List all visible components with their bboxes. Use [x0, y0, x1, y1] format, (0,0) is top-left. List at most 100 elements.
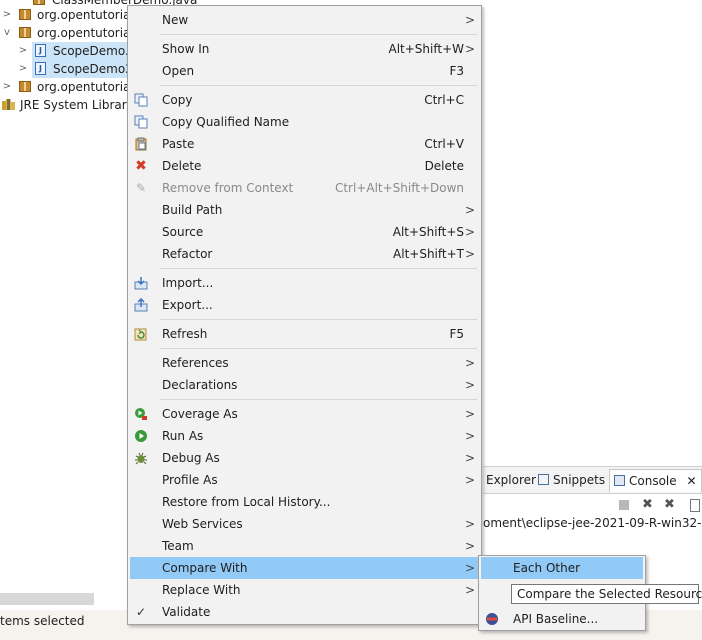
console-output: oment\eclipse-jee-2021-09-R-win32-x86 [483, 516, 702, 530]
menu-item-copy[interactable]: Copy Ctrl+C [130, 89, 479, 111]
menu-separator [160, 399, 477, 400]
java-file-icon: J [35, 44, 46, 57]
menu-separator [160, 319, 477, 320]
tab-label: Explorer [486, 473, 536, 487]
tab-console[interactable]: Console ✕ [609, 469, 702, 492]
chevron-right-icon: > [464, 203, 475, 217]
run-icon [135, 430, 147, 442]
menu-item-label: Source [162, 225, 204, 239]
menu-item-run-as[interactable]: Run As > [130, 425, 479, 447]
chevron-right-icon: > [464, 539, 475, 553]
tree-item-label: org.opentutorials [37, 26, 141, 40]
chevron-right-icon: > [464, 429, 475, 443]
package-icon [19, 9, 31, 20]
terminate-icon[interactable] [619, 500, 629, 510]
chevron-right-icon[interactable]: > [18, 42, 28, 60]
tree-item-selected[interactable]: > J ScopeDemo.j [19, 42, 132, 60]
chevron-right-icon[interactable]: > [2, 6, 12, 24]
menu-item-shortcut: Alt+Shift+S [392, 225, 464, 239]
refresh-icon [134, 328, 147, 341]
horizontal-scrollbar-thumb[interactable] [0, 593, 94, 605]
tab-label: Snippets [553, 473, 606, 487]
menu-item-team[interactable]: Team > [130, 535, 479, 557]
menu-item-open[interactable]: Open F3 [130, 60, 479, 82]
menu-item-debug-as[interactable]: Debug As > [130, 447, 479, 469]
menu-item-shortcut: Ctrl+C [424, 93, 464, 107]
remove-context-icon: ✎ [135, 181, 147, 195]
chevron-down-icon[interactable]: v [2, 24, 12, 42]
menu-item-delete[interactable]: ✖ Delete Delete [130, 155, 479, 177]
copy-qualified-name-icon [134, 115, 148, 129]
menu-item-label: Open [162, 64, 195, 78]
menu-item-paste[interactable]: Paste Ctrl+V [130, 133, 479, 155]
menu-item-label: Profile As [162, 473, 218, 487]
menu-item-import[interactable]: Import... [130, 272, 479, 294]
menu-item-label: Web Services [162, 517, 243, 531]
chevron-right-icon[interactable]: > [18, 60, 28, 78]
menu-item-label: Copy Qualified Name [162, 115, 290, 129]
menu-item-label: Team [162, 539, 194, 553]
console-icon [614, 475, 625, 486]
menu-item-label: Coverage As [162, 407, 238, 421]
remove-all-terminated-icon[interactable]: ✖ [663, 498, 676, 511]
menu-item-label: Paste [162, 137, 195, 151]
snippets-icon [538, 474, 549, 485]
tab-explorer[interactable]: Explorer [486, 471, 536, 489]
menu-item-shortcut: Ctrl+V [424, 137, 464, 151]
tooltip: Compare the Selected Resources [511, 584, 702, 604]
api-baseline-icon [486, 613, 498, 625]
menu-item-copy-qualified-name[interactable]: Copy Qualified Name [130, 111, 479, 133]
bottom-view-tabs: Explorer Snippets Console ✕ [483, 466, 702, 494]
chevron-right-icon: > [464, 378, 475, 392]
menu-item-references[interactable]: References > [130, 352, 479, 374]
debug-icon [135, 452, 147, 465]
menu-item-label: Refactor [162, 247, 213, 261]
menu-item-web-services[interactable]: Web Services > [130, 513, 479, 535]
submenu-item-api-baseline[interactable]: API Baseline... [481, 608, 643, 630]
menu-item-label: Replace With [162, 583, 241, 597]
menu-item-label: Validate [162, 605, 211, 619]
menu-item-restore-from-local-history[interactable]: Restore from Local History... [130, 491, 479, 513]
menu-item-declarations[interactable]: Declarations > [130, 374, 479, 396]
menu-item-profile-as[interactable]: Profile As > [130, 469, 479, 491]
tree-item-selected[interactable]: > J ScopeDemo2 [19, 60, 133, 78]
menu-item-source[interactable]: Source Alt+Shift+S > [130, 221, 479, 243]
menu-item-shortcut: Alt+Shift+T [393, 247, 464, 261]
pin-console-icon[interactable] [690, 499, 700, 512]
menu-item-build-path[interactable]: Build Path > [130, 199, 479, 221]
menu-item-label: Import... [162, 276, 214, 290]
menu-item-coverage-as[interactable]: Coverage As > [130, 403, 479, 425]
remove-launch-icon[interactable]: ✖ [641, 498, 654, 511]
menu-item-show-in[interactable]: Show In Alt+Shift+W > [130, 38, 479, 60]
menu-separator [160, 348, 477, 349]
menu-item-label: Refresh [162, 327, 208, 341]
tree-item-label: org.opentutorials [37, 8, 141, 22]
paste-icon [135, 137, 147, 151]
menu-item-label: Run As [162, 429, 204, 443]
tab-snippets[interactable]: Snippets [538, 471, 605, 489]
menu-item-validate[interactable]: ✓ Validate [130, 601, 479, 623]
menu-item-shortcut: Alt+Shift+W [388, 42, 465, 56]
menu-item-label: Export... [162, 298, 213, 312]
chevron-right-icon[interactable]: > [2, 78, 12, 96]
menu-item-replace-with[interactable]: Replace With > [130, 579, 479, 601]
chevron-right-icon: > [464, 517, 475, 531]
menu-item-export[interactable]: Export... [130, 294, 479, 316]
close-icon[interactable]: ✕ [686, 474, 696, 488]
menu-separator [160, 34, 477, 35]
export-icon [134, 298, 148, 312]
menu-item-shortcut: Ctrl+Alt+Shift+Down [334, 181, 464, 195]
tree-item-label: ScopeDemo2 [53, 62, 133, 76]
library-icon [2, 99, 15, 110]
context-menu: New > Show In Alt+Shift+W > Open F3 Copy… [127, 5, 482, 625]
chevron-right-icon: > [464, 225, 475, 239]
menu-item-refactor[interactable]: Refactor Alt+Shift+T > [130, 243, 479, 265]
menu-item-compare-with[interactable]: Compare With > [130, 557, 479, 579]
submenu-item-each-other[interactable]: Each Other [481, 557, 643, 579]
menu-item-label: API Baseline... [513, 612, 599, 626]
menu-item-new[interactable]: New > [130, 9, 479, 31]
menu-item-refresh[interactable]: Refresh F5 [130, 323, 479, 345]
menu-item-label: Each Other [513, 561, 581, 575]
menu-item-label: Build Path [162, 203, 223, 217]
menu-item-label: References [162, 356, 229, 370]
